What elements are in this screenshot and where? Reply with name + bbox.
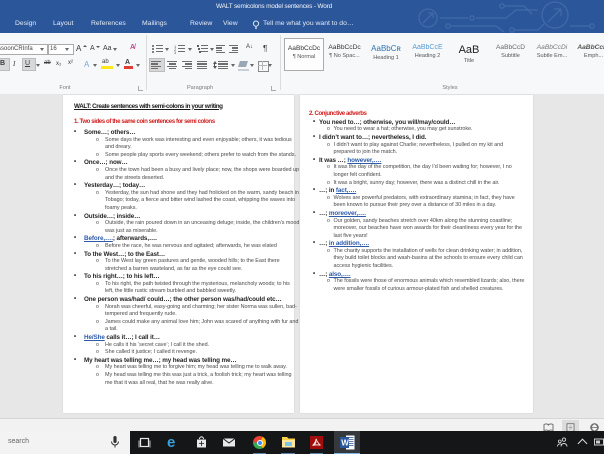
- svg-text:W: W: [341, 438, 349, 447]
